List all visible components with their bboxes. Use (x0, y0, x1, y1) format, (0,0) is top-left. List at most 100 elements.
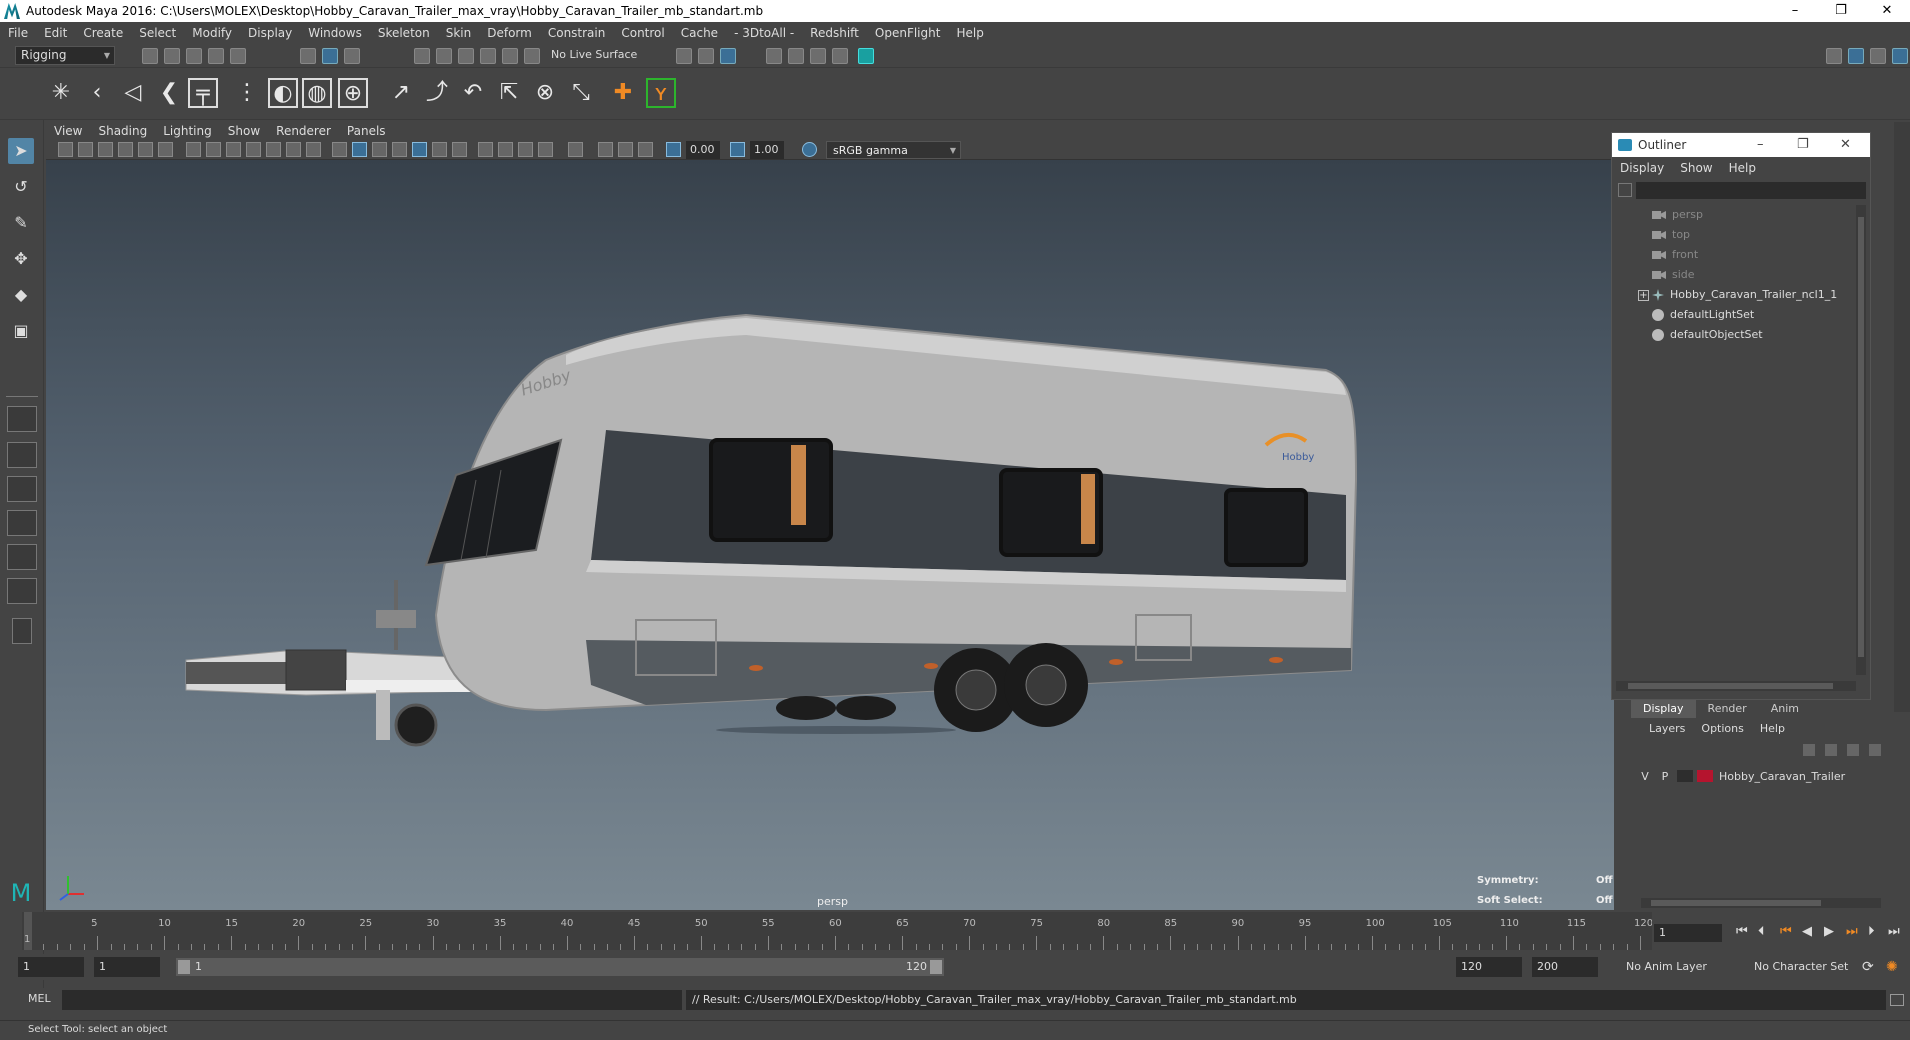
ipr-render-icon[interactable] (810, 48, 826, 64)
insert-joint-icon[interactable]: ❮ (154, 78, 184, 108)
outliner-item-caravan-group[interactable]: Hobby_Caravan_Trailer_ncl1_1 (1652, 285, 1837, 305)
camera-attributes-icon[interactable] (78, 142, 93, 157)
auto-key-icon[interactable]: ⟳ (1862, 957, 1874, 977)
layer-horizontal-scrollbar[interactable] (1641, 898, 1881, 908)
ik-spline-icon[interactable]: ◁ (118, 78, 148, 108)
scale-constraint-icon[interactable]: ⇱ (494, 78, 524, 108)
select-hierarchy-icon[interactable] (300, 48, 316, 64)
outliner-item-side[interactable]: side (1652, 265, 1695, 285)
command-input[interactable] (62, 990, 682, 1010)
menu-skeleton[interactable]: Skeleton (370, 26, 438, 40)
undo-icon[interactable] (208, 48, 224, 64)
outliner-horizontal-scrollbar[interactable] (1616, 681, 1856, 691)
select-tool-icon[interactable]: ➤ (8, 138, 34, 164)
isolate-select-icon[interactable] (568, 142, 583, 157)
panel-menu-show[interactable]: Show (220, 124, 268, 138)
smooth-shade-icon[interactable] (352, 142, 367, 157)
script-editor-icon[interactable] (1890, 994, 1904, 1006)
snap-point-icon[interactable] (458, 48, 474, 64)
outliner-search-input[interactable] (1636, 182, 1866, 199)
outliner-item-top[interactable]: top (1652, 225, 1690, 245)
grid-icon[interactable] (186, 142, 201, 157)
field-chart-icon[interactable] (266, 142, 281, 157)
outliner-vertical-scrollbar[interactable] (1856, 205, 1866, 675)
new-empty-layer-icon[interactable] (1847, 744, 1859, 756)
outliner-title-bar[interactable]: Outliner – ❐ ✕ (1612, 133, 1870, 157)
shadows-icon[interactable] (452, 142, 467, 157)
range-slider-bar[interactable] (176, 958, 944, 976)
aim-constraint-icon[interactable]: ⤴ (422, 78, 452, 108)
range-start-handle[interactable] (178, 960, 190, 974)
2d-pan-zoom-icon[interactable] (138, 142, 153, 157)
playback-end-field[interactable]: 120 (1456, 957, 1522, 977)
snap-surface-icon[interactable] (502, 48, 518, 64)
safe-title-icon[interactable] (306, 142, 321, 157)
view-transform-select[interactable]: sRGB gamma (826, 141, 961, 160)
panel-menu-view[interactable]: View (46, 124, 90, 138)
render-settings-icon[interactable] (832, 48, 848, 64)
hypershade-icon[interactable] (858, 48, 874, 64)
motion-blur-icon[interactable] (498, 142, 513, 157)
menu-control[interactable]: Control (613, 26, 672, 40)
gamma-icon[interactable] (730, 142, 745, 157)
snap-grid-icon[interactable] (414, 48, 430, 64)
orient-joint-icon[interactable]: ⋮ (232, 78, 262, 108)
two-pane-side-layout-icon[interactable] (7, 476, 37, 502)
menu-edit[interactable]: Edit (36, 26, 75, 40)
maximize-button[interactable]: ❐ (1818, 0, 1864, 22)
smooth-bind-icon[interactable]: ◍ (302, 78, 332, 108)
exposure-icon[interactable] (666, 142, 681, 157)
xray-components-icon[interactable] (638, 142, 653, 157)
persp-graph-layout-icon[interactable] (7, 544, 37, 570)
resolution-gate-icon[interactable] (226, 142, 241, 157)
wireframe-icon[interactable] (332, 142, 347, 157)
select-component-icon[interactable] (344, 48, 360, 64)
tool-settings-icon[interactable] (1870, 48, 1886, 64)
film-gate-icon[interactable] (206, 142, 221, 157)
menu-3dtoall[interactable]: - 3DtoAll - (726, 26, 802, 40)
layer-menu-help[interactable]: Help (1752, 722, 1793, 735)
menu-file[interactable]: File (0, 26, 36, 40)
menu-windows[interactable]: Windows (300, 26, 370, 40)
menu-cache[interactable]: Cache (673, 26, 726, 40)
redo-icon[interactable] (230, 48, 246, 64)
screen-space-ao-icon[interactable] (478, 142, 493, 157)
point-constraint-icon[interactable]: ↗ (386, 78, 416, 108)
layer-tab-display[interactable]: Display (1631, 700, 1696, 718)
outliner-minimize-button[interactable]: – (1757, 133, 1764, 157)
go-to-start-icon[interactable]: ⏮ (1736, 924, 1748, 939)
orient-constraint-icon[interactable]: ↶ (458, 78, 488, 108)
use-all-lights-icon[interactable] (432, 142, 447, 157)
layer-playback-toggle[interactable]: P (1655, 770, 1675, 783)
menu-set-selector[interactable]: Rigging (15, 46, 115, 65)
new-scene-icon[interactable] (142, 48, 158, 64)
modeling-toolkit-icon[interactable] (1826, 48, 1842, 64)
gate-mask-icon[interactable] (246, 142, 261, 157)
layer-menu-layers[interactable]: Layers (1641, 722, 1693, 735)
channel-box-icon[interactable] (1892, 48, 1908, 64)
menu-display[interactable]: Display (240, 26, 300, 40)
layer-tab-anim[interactable]: Anim (1759, 700, 1811, 718)
layer-tab-render[interactable]: Render (1696, 700, 1759, 718)
depth-of-field-icon[interactable] (538, 142, 553, 157)
expand-toggle-icon[interactable]: + (1638, 290, 1649, 301)
xray-icon[interactable] (598, 142, 613, 157)
layer-row[interactable]: V P Hobby_Caravan_Trailer (1635, 766, 1881, 786)
select-object-icon[interactable] (322, 48, 338, 64)
textured-icon[interactable] (412, 142, 427, 157)
panel-menu-shading[interactable]: Shading (90, 124, 155, 138)
layout-options-icon[interactable] (12, 618, 32, 644)
gamma-field[interactable]: 1.00 (750, 141, 784, 159)
persp-viewport[interactable]: Hobby Hobby persp Symmetry: Off Soft Sel… (46, 160, 1614, 910)
construction-history-icon[interactable] (720, 48, 736, 64)
live-surface-label[interactable]: No Live Surface (551, 48, 637, 61)
menu-constrain[interactable]: Constrain (540, 26, 614, 40)
select-camera-icon[interactable] (58, 142, 73, 157)
menu-openflight[interactable]: OpenFlight (867, 26, 949, 40)
bind-skin-icon[interactable]: ◐ (268, 78, 298, 108)
color-management-icon[interactable] (802, 142, 817, 157)
script-language-toggle[interactable]: MEL (28, 992, 51, 1005)
menu-create[interactable]: Create (75, 26, 131, 40)
menu-skin[interactable]: Skin (438, 26, 480, 40)
attribute-editor-icon[interactable] (1848, 48, 1864, 64)
